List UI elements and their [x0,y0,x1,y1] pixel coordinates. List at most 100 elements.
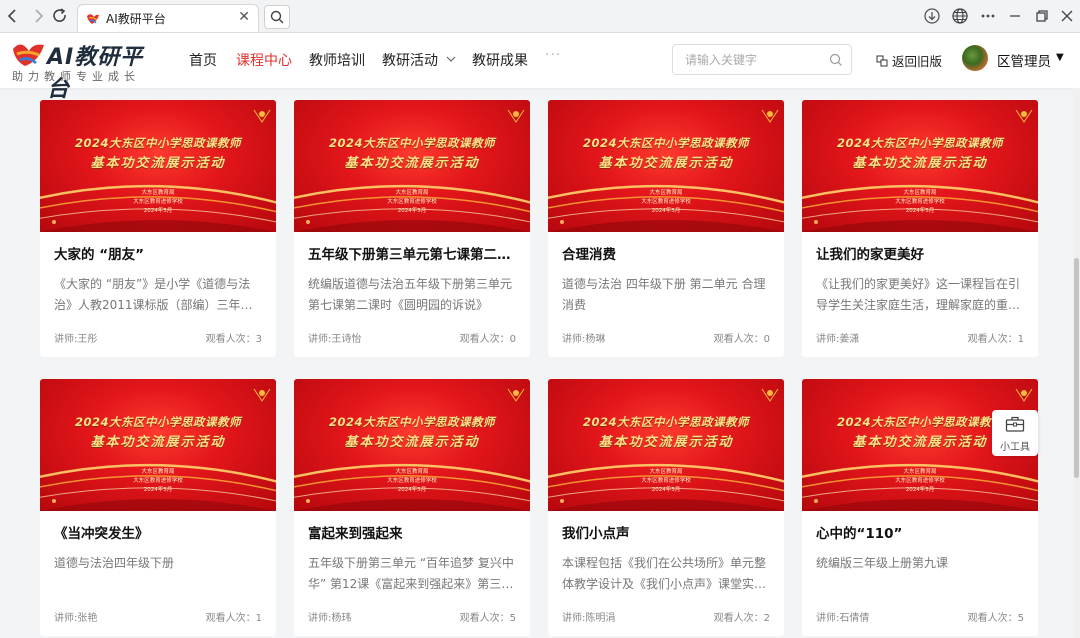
cover-title-line1: 2024大东区中小学思政课教师 [328,415,495,429]
course-teacher: 讲师:张艳 [54,613,98,624]
caret-down-icon: ▼ [1056,52,1064,63]
restore-icon[interactable] [1032,6,1052,26]
forward-icon[interactable] [28,6,48,26]
cover-date: 2024年5月 [143,208,173,214]
course-card[interactable]: 2024大东区中小学思政课教师 基本功交流展示活动 大东区教育局 大东区教育进修… [294,100,530,357]
course-description: 五年级下册第三单元 “百年追梦 复兴中华” 第12课《富起来到强起来》第三课时 [308,556,514,591]
cover-date: 2024年5月 [651,208,681,214]
course-cover[interactable]: 2024大东区中小学思政课教师 基本功交流展示活动 大东区教育局 大东区教育进修… [802,100,1038,232]
back-icon[interactable] [3,6,23,26]
course-teacher: 讲师:姜潇 [816,334,860,345]
course-card[interactable]: 2024大东区中小学思政课教师 基本功交流展示活动 大东区教育局 大东区教育进修… [548,379,784,636]
toolbox-button[interactable]: 小工具 [992,410,1038,456]
course-teacher: 讲师:杨玮 [308,613,352,624]
course-views: 观看人次：0 [459,334,516,345]
course-title[interactable]: 大家的 “朋友” [54,243,264,263]
switch-icon [876,55,888,67]
course-description: 统编版三年级上册第九课 [816,556,949,570]
course-cover[interactable]: 2024大东区中小学思政课教师 基本功交流展示活动 大东区教育局 大东区教育进修… [548,100,784,232]
course-title[interactable]: 让我们的家更美好 [816,243,1026,263]
course-title[interactable]: 我们小点声 [562,522,772,542]
cover-org2: 大东区教育进修学校 [895,478,945,484]
scrollbar-thumb[interactable] [1074,258,1079,478]
course-cover[interactable]: 2024大东区中小学思政课教师 基本功交流展示活动 大东区教育局 大东区教育进修… [40,100,276,232]
course-views: 观看人次：5 [459,613,516,624]
nav-course-center[interactable]: 课程中心 [236,50,292,70]
course-description: 道德与法治四年级下册 [54,556,175,570]
search-icon[interactable] [264,5,290,29]
course-views: 观看人次：0 [713,334,770,345]
old-version-link[interactable]: 返回旧版 [876,51,942,70]
cover-org1: 大东区教育局 [141,469,175,475]
course-cover[interactable]: 2024大东区中小学思政课教师 基本功交流展示活动 大东区教育局 大东区教育进修… [294,100,530,232]
cover-org2: 大东区教育进修学校 [895,199,945,205]
cover-org2: 大东区教育进修学校 [641,478,691,484]
cover-org2: 大东区教育进修学校 [641,199,691,205]
more-icon[interactable] [978,6,998,26]
course-title[interactable]: 富起来到强起来 [308,522,518,542]
scrollbar[interactable] [1073,88,1080,638]
course-card[interactable]: 2024大东区中小学思政课教师 基本功交流展示活动 大东区教育局 大东区教育进修… [802,100,1038,357]
cover-title-line1: 2024大东区中小学思政课教师 [74,415,241,429]
browser-tab[interactable]: AI教研平台 ✕ [77,4,259,32]
search-input[interactable] [685,51,825,69]
cover-title-line1: 2024大东区中小学思政课教师 [582,136,749,150]
cover-date: 2024年5月 [143,487,173,493]
close-window-icon[interactable] [1057,6,1077,26]
course-teacher: 讲师:陈明涓 [562,613,616,624]
nav-research-results[interactable]: 教研成果 [472,50,528,70]
nav-teacher-training[interactable]: 教师培训 [309,50,365,70]
nav-research-activity-label: 教研活动 [382,53,438,69]
toolbox-icon [1005,416,1025,432]
course-cover[interactable]: 2024大东区中小学思政课教师 基本功交流展示活动 大东区教育局 大东区教育进修… [40,379,276,511]
nav-research-activity[interactable]: 教研活动 [382,50,457,70]
avatar[interactable] [962,45,988,71]
cover-title-line1: 2024大东区中小学思政课教师 [328,136,495,150]
course-cover[interactable]: 2024大东区中小学思政课教师 基本功交流展示活动 大东区教育局 大东区教育进修… [548,379,784,511]
nav-more[interactable]: ··· [545,47,561,63]
course-views: 观看人次：1 [967,334,1024,345]
course-title[interactable]: 合理消费 [562,243,772,263]
cover-org2: 大东区教育进修学校 [133,199,183,205]
course-teacher: 讲师:王诗怡 [308,334,362,345]
cover-org1: 大东区教育局 [903,469,937,475]
download-icon[interactable] [922,6,942,26]
cover-org1: 大东区教育局 [395,190,429,196]
course-description: 本课程包括《我们在公共场所》单元整体教学设计及《我们小点声》课堂实录与课件 [562,556,767,591]
course-card[interactable]: 2024大东区中小学思政课教师 基本功交流展示活动 大东区教育局 大东区教育进修… [40,100,276,357]
logo-bird-icon [13,44,44,66]
nav-home[interactable]: 首页 [189,50,217,70]
course-title[interactable]: 心中的“110” [816,522,1026,542]
course-views: 观看人次：3 [205,334,262,345]
cover-date: 2024年5月 [397,487,427,493]
cover-title-line2: 基本功交流展示活动 [852,156,988,171]
course-views: 观看人次：2 [713,613,770,624]
cover-title-line1: 2024大东区中小学思政课教师 [836,136,1003,150]
course-views: 观看人次：1 [205,613,262,624]
course-card[interactable]: 2024大东区中小学思政课教师 基本功交流展示活动 大东区教育局 大东区教育进修… [294,379,530,636]
site-header: AI教研平台 助力教师专业成长 首页 课程中心 教师培训 教研活动 教研成果 ·… [0,33,1080,102]
course-cover[interactable]: 2024大东区中小学思政课教师 基本功交流展示活动 大东区教育局 大东区教育进修… [294,379,530,511]
course-teacher: 讲师:王彤 [54,334,98,345]
course-title[interactable]: 《当冲突发生》 [54,522,264,542]
course-card[interactable]: 2024大东区中小学思政课教师 基本功交流展示活动 大东区教育局 大东区教育进修… [548,100,784,357]
cover-title-line2: 基本功交流展示活动 [344,156,480,171]
course-title[interactable]: 五年级下册第三单元第七课第二课时 [308,243,518,263]
cover-title-line2: 基本功交流展示活动 [598,435,734,450]
cover-date: 2024年5月 [651,487,681,493]
course-description: 统编版道德与法治五年级下册第三单元第七课第二课时《圆明园的诉说》 [308,277,513,312]
old-version-label: 返回旧版 [892,54,943,69]
globe-icon[interactable] [950,6,970,26]
close-icon[interactable]: ✕ [238,9,250,25]
minimize-icon[interactable] [1005,6,1025,26]
search-icon[interactable] [829,53,843,67]
course-card[interactable]: 2024大东区中小学思政课教师 基本功交流展示活动 大东区教育局 大东区教育进修… [40,379,276,636]
cover-title-line2: 基本功交流展示活动 [90,435,226,450]
reload-icon[interactable] [50,6,70,26]
site-logo[interactable]: AI教研平台 助力教师专业成长 [11,39,161,102]
cover-org1: 大东区教育局 [649,190,683,196]
cover-org2: 大东区教育进修学校 [133,478,183,484]
cover-title-line1: 2024大东区中小学思政课教师 [74,136,241,150]
cover-date: 2024年5月 [397,208,427,214]
search-box [672,44,852,75]
